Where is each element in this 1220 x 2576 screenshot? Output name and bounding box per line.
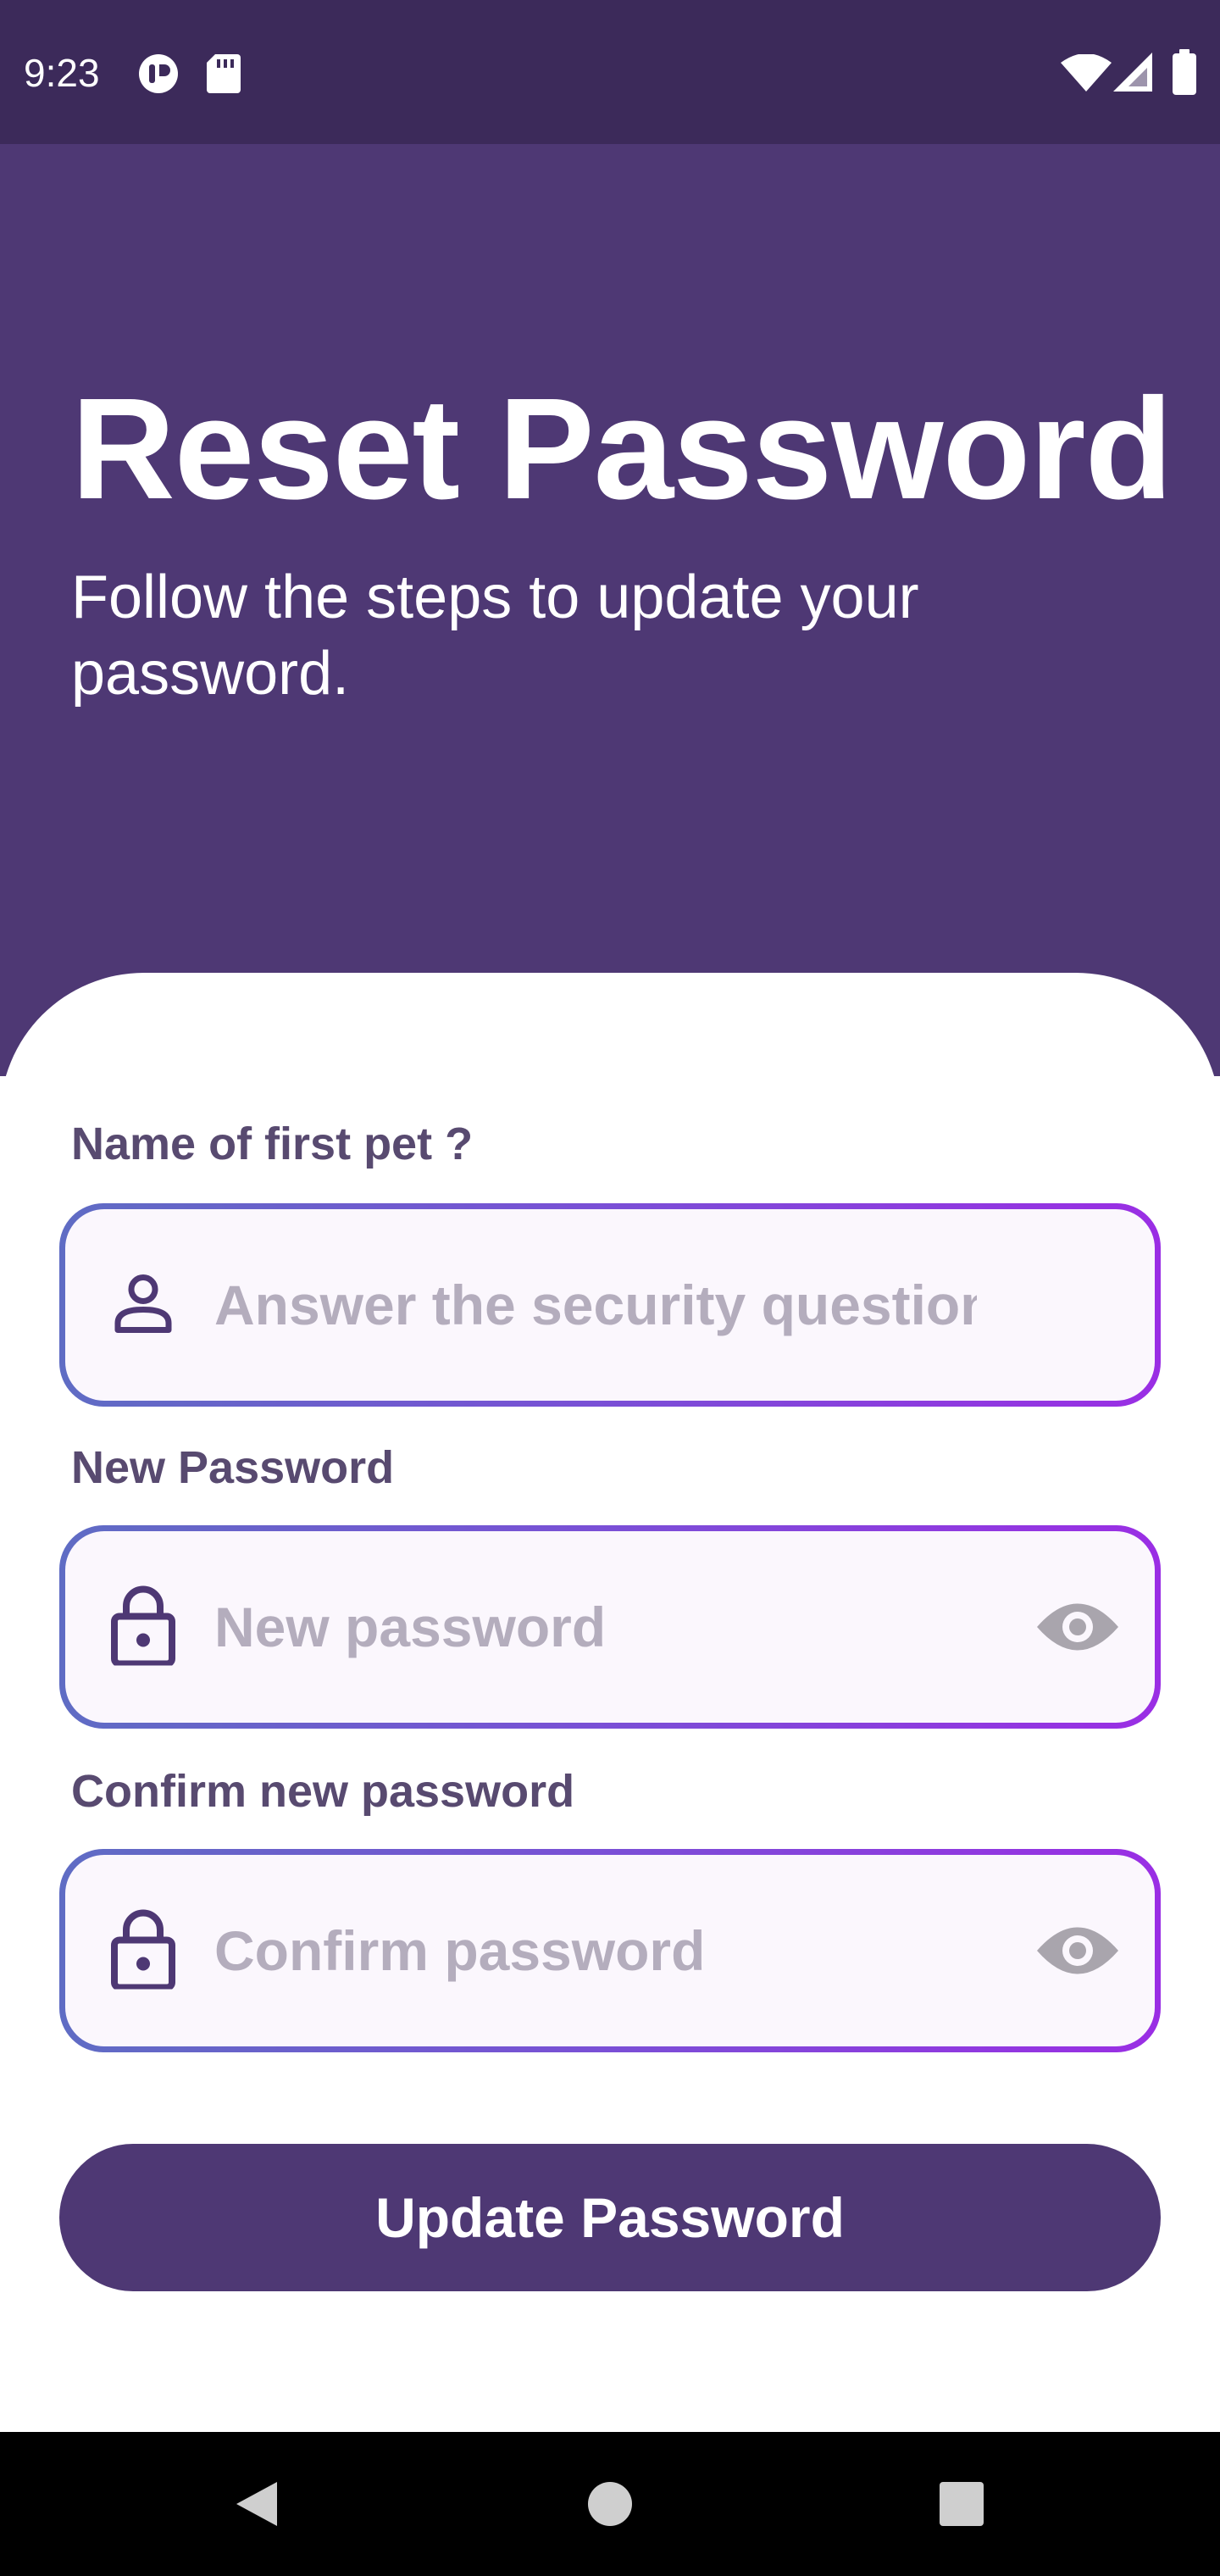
page-title: Reset Password (71, 369, 1173, 530)
status-time: 9:23 (24, 51, 100, 95)
recents-icon[interactable] (923, 2466, 1000, 2542)
sd-card-icon (207, 54, 241, 97)
new-password-field-inner (65, 1531, 1155, 1723)
lock-icon (111, 1908, 175, 1994)
security-question-label: Name of first pet ? (71, 1119, 474, 1169)
status-bar: 9:23 (0, 0, 1220, 144)
data-saver-icon (137, 53, 180, 99)
battery-icon (1173, 49, 1196, 99)
new-password-input[interactable] (214, 1531, 977, 1723)
security-answer-field[interactable] (59, 1203, 1161, 1407)
cellular-signal-icon (1113, 53, 1152, 96)
page-subtitle: Follow the steps to update your password… (71, 564, 919, 708)
navigation-bar (0, 2432, 1220, 2576)
new-password-label: New Password (71, 1442, 395, 1493)
confirm-password-label: Confirm new password (71, 1766, 575, 1817)
update-password-button[interactable]: Update Password (59, 2144, 1161, 2291)
security-answer-field-inner (65, 1209, 1155, 1401)
confirm-password-field[interactable] (59, 1849, 1161, 2052)
confirm-password-field-inner (65, 1855, 1155, 2046)
new-password-field[interactable] (59, 1525, 1161, 1729)
person-icon (111, 1271, 175, 1340)
wifi-icon (1061, 53, 1112, 96)
lock-icon (111, 1585, 175, 1670)
eye-icon[interactable] (1031, 1580, 1124, 1674)
home-icon[interactable] (572, 2466, 648, 2542)
reset-password-screen: 9:23 Reset Password Follow the steps to … (0, 0, 1220, 2576)
back-icon[interactable] (219, 2466, 295, 2542)
confirm-password-input[interactable] (214, 1855, 977, 2046)
eye-icon[interactable] (1031, 1904, 1124, 1997)
security-answer-input[interactable] (214, 1209, 977, 1401)
